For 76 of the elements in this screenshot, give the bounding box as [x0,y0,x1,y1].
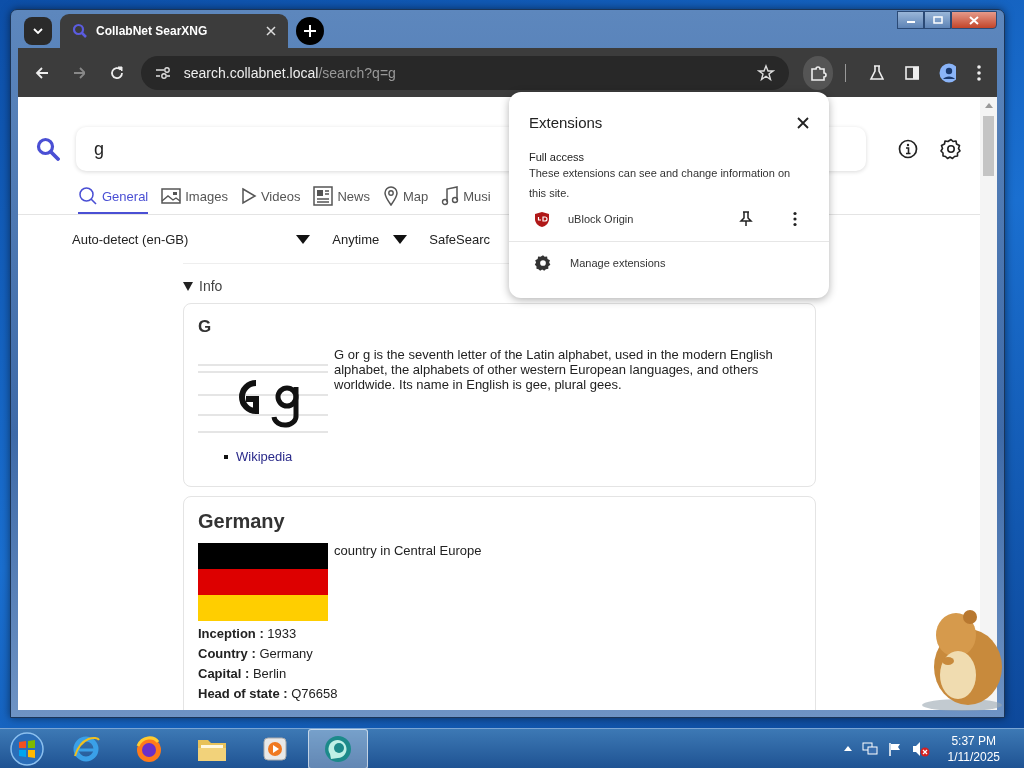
search-icon[interactable] [36,137,60,161]
reload-icon[interactable] [109,64,123,81]
infobox-description: G or g is the seventh letter of the Latin alphabet, used in the modern English alphabet, the alphabets of other western European languages, and others worldwide. Its name in English is gee, plural gees. [334,347,774,394]
fox-globe-icon [134,733,164,764]
infobox-description: country in Central Europe [334,543,482,560]
image-icon [161,187,182,205]
maximize-icon [932,16,943,24]
bookmark-star-icon[interactable] [756,63,775,82]
flask-icon[interactable] [868,63,884,82]
volume-muted-icon[interactable] [911,740,930,757]
filter-select[interactable]: Anytime [332,232,380,247]
infobox-title: G [198,317,213,337]
pin-icon[interactable] [739,211,753,227]
media-player-icon [261,734,289,763]
plus-icon [304,25,316,37]
newspaper-icon [313,186,334,206]
section-heading: Full access [529,151,586,163]
show-hidden-icons-icon[interactable] [843,746,852,751]
tab-search-button[interactable] [24,17,52,45]
tab-title: CollabNet SearXNG [96,24,209,38]
network-icon[interactable] [861,741,878,756]
infobox-attribute: Head of state : Q76658 [198,686,339,701]
chevron-down-icon [33,28,43,34]
info-icon[interactable] [898,139,918,159]
scrollbar-thumb[interactable] [983,116,994,176]
close-icon[interactable] [797,116,809,129]
infobox-title: Germany [198,510,286,533]
infobox-attribute: Country : Germany [198,646,314,661]
settings-icon[interactable] [940,138,962,160]
scroll-up-icon[interactable] [984,103,993,108]
menu-icon[interactable] [975,63,981,82]
caret-icon[interactable] [393,235,408,244]
flag-icon[interactable] [887,741,902,756]
category-tab[interactable]: Images [161,186,228,214]
browser-tab[interactable]: CollabNet SearXNG [60,14,288,48]
close-button[interactable] [951,11,997,29]
filter-select[interactable]: SafeSearc [429,232,490,247]
shield-icon [534,210,550,228]
infobox-attribute: Inception : 1933 [198,626,298,641]
infobox-attribute: Capital : Berlin [198,666,288,681]
category-tab[interactable]: News [313,186,370,214]
address-bar[interactable]: search.collabnet.local/search?q=g [140,55,789,90]
side-panel-icon[interactable] [903,63,919,82]
manage-extensions-item[interactable]: Manage extensions [509,241,829,284]
url-text: search.collabnet.local/search?q=g [183,64,397,81]
wikipedia-link[interactable]: Wikipedia [236,449,293,464]
category-tab[interactable]: General [78,186,149,214]
back-icon[interactable] [34,64,48,81]
maximize-button[interactable] [924,11,951,29]
filter-select[interactable]: Auto-detect (en-GB) [72,232,189,247]
chat-bubble-icon [323,733,353,764]
taskbar-app-button[interactable] [308,728,368,768]
site-settings-icon[interactable] [154,65,171,80]
category-tab[interactable]: Videos [240,186,301,214]
map-pin-icon [382,186,399,206]
extensions-button[interactable] [802,55,834,90]
start-button[interactable] [10,731,44,766]
caret-icon[interactable] [296,235,311,244]
category-tab[interactable]: Map [382,186,429,214]
category-tab[interactable]: Musi [441,186,491,214]
clock[interactable]: 5:37 PM 1/11/2025 [947,732,1000,765]
play-icon [240,187,257,205]
profile-avatar-icon[interactable] [938,62,956,83]
more-options-icon[interactable] [793,211,797,227]
extension-item[interactable]: uBlock Origin [509,203,829,235]
forward-icon[interactable] [71,64,86,81]
gear-icon [534,254,552,272]
close-icon [969,15,979,25]
music-note-icon [441,186,460,206]
info-toggle[interactable]: Info [199,278,223,294]
search-icon [78,186,98,206]
search-icon [72,23,88,39]
puzzle-piece-icon [809,63,828,82]
minimize-button[interactable] [897,11,924,29]
caret-icon[interactable] [183,281,193,291]
new-tab-button[interactable] [296,17,324,45]
